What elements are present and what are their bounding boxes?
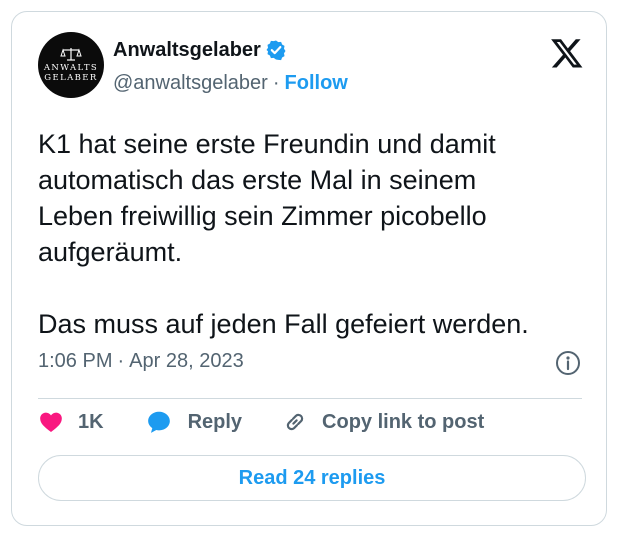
author-name[interactable]: Anwaltsgelaber [113, 38, 261, 62]
author-handle[interactable]: @anwaltsgelaber [113, 71, 268, 95]
avatar-text-line2: GELABER [44, 73, 98, 83]
author-handle-row: @anwaltsgelaber · Follow [113, 71, 348, 95]
copy-link-button[interactable]: Copy link to post [282, 409, 484, 435]
reply-label: Reply [187, 410, 243, 433]
heart-icon [40, 412, 62, 432]
tweet-date: Apr 28, 2023 [129, 350, 244, 372]
like-button[interactable]: 1K [38, 409, 104, 435]
follow-button[interactable]: Follow [285, 71, 348, 95]
like-count: 1K [78, 410, 104, 433]
read-replies-button[interactable]: Read 24 replies [38, 455, 586, 501]
handle-separator: · [272, 72, 280, 94]
time-separator: · [117, 350, 125, 372]
verified-badge-icon [266, 40, 286, 61]
avatar[interactable]: ANWALTS GELABER [38, 32, 104, 98]
avatar-text-line1: ANWALTS [43, 63, 99, 73]
read-replies-label: Read 24 replies [238, 466, 386, 489]
x-logo-icon[interactable] [550, 36, 584, 70]
link-icon [286, 413, 304, 431]
tweet-text: K1 hat seine erste Freundin und damit au… [38, 129, 529, 339]
copy-link-label: Copy link to post [322, 410, 485, 433]
author-name-row: Anwaltsgelaber [113, 38, 287, 62]
action-bar: 1K Reply Copy link to post [38, 409, 484, 435]
tweet-time: 1:06 PM [38, 350, 113, 372]
divider [38, 398, 582, 399]
timestamp[interactable]: 1:06 PM · Apr 28, 2023 [38, 349, 244, 373]
info-icon[interactable] [554, 349, 582, 377]
tweet-card: ANWALTS GELABER Anwaltsgelaber @anwaltsg… [11, 11, 607, 526]
reply-bubble-icon [147, 411, 170, 433]
scale-icon [60, 48, 82, 61]
reply-button[interactable]: Reply [146, 409, 242, 435]
